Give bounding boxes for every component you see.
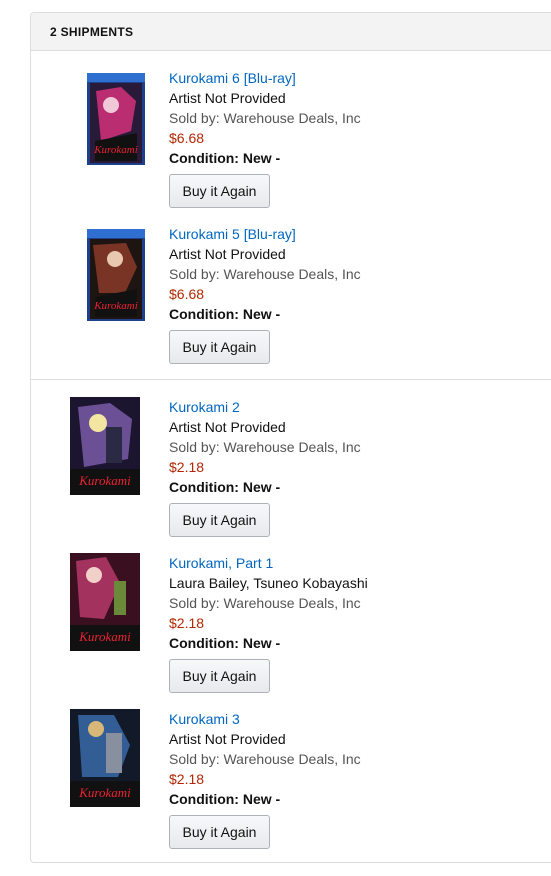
item-artist: Artist Not Provided <box>169 246 286 262</box>
bluray-cover-icon: Kurokami <box>87 73 145 165</box>
item-title-link[interactable]: Kurokami 6 [Blu-ray] <box>169 68 361 88</box>
svg-text:Kurokami: Kurokami <box>78 473 131 488</box>
buy-it-again-button[interactable]: Buy it Again <box>169 815 270 849</box>
item-details: Kurokami 3 Artist Not Provided Sold by: … <box>169 709 361 849</box>
item-seller: Sold by: Warehouse Deals, Inc <box>169 751 361 767</box>
product-image[interactable]: Kurokami <box>70 553 140 651</box>
shipments-header: 2 SHIPMENTS <box>31 13 551 51</box>
item-condition: Condition: New - <box>169 791 281 807</box>
item-title-link[interactable]: Kurokami, Part 1 <box>169 553 368 573</box>
order-item: Kurokami Kurokami 2 Artist Not Provided … <box>31 397 551 553</box>
item-price: $2.18 <box>169 459 205 475</box>
buy-it-again-button[interactable]: Buy it Again <box>169 330 270 364</box>
svg-text:Kurokami: Kurokami <box>78 785 131 800</box>
item-artist: Artist Not Provided <box>169 90 286 106</box>
svg-text:Kurokami: Kurokami <box>93 144 138 156</box>
item-price: $6.68 <box>169 130 205 146</box>
svg-text:Kurokami: Kurokami <box>78 629 131 644</box>
item-seller: Sold by: Warehouse Deals, Inc <box>169 439 361 455</box>
item-price: $2.18 <box>169 615 205 631</box>
item-seller: Sold by: Warehouse Deals, Inc <box>169 110 361 126</box>
dvd-cover-icon: Kurokami <box>70 397 140 495</box>
item-details: Kurokami 5 [Blu-ray] Artist Not Provided… <box>169 224 361 364</box>
item-details: Kurokami, Part 1 Laura Bailey, Tsuneo Ko… <box>169 553 368 693</box>
item-condition: Condition: New - <box>169 635 281 651</box>
buy-it-again-button[interactable]: Buy it Again <box>169 174 270 208</box>
dvd-cover-icon: Kurokami <box>70 553 140 651</box>
item-condition: Condition: New - <box>169 150 281 166</box>
item-price: $6.68 <box>169 286 205 302</box>
buy-it-again-button[interactable]: Buy it Again <box>169 503 270 537</box>
product-image[interactable]: Kurokami <box>81 71 151 169</box>
dvd-cover-icon: Kurokami <box>70 709 140 807</box>
order-item: Kurokami Kurokami 5 [Blu-ray] Artist Not… <box>31 224 551 380</box>
item-condition: Condition: New - <box>169 479 281 495</box>
shipment-1: Kurokami Kurokami 6 [Blu-ray] Artist Not… <box>31 51 551 380</box>
item-artist: Artist Not Provided <box>169 419 286 435</box>
order-item: Kurokami Kurokami 3 Artist Not Provided … <box>31 709 551 865</box>
item-artist: Laura Bailey, Tsuneo Kobayashi <box>169 575 368 591</box>
item-seller: Sold by: Warehouse Deals, Inc <box>169 595 361 611</box>
svg-text:Kurokami: Kurokami <box>93 300 138 312</box>
bluray-cover-icon: Kurokami <box>87 229 145 321</box>
product-image[interactable]: Kurokami <box>70 709 140 807</box>
product-image[interactable]: Kurokami <box>81 227 151 325</box>
item-seller: Sold by: Warehouse Deals, Inc <box>169 266 361 282</box>
buy-it-again-button[interactable]: Buy it Again <box>169 659 270 693</box>
product-image[interactable]: Kurokami <box>70 397 140 495</box>
order-item: Kurokami Kurokami, Part 1 Laura Bailey, … <box>31 553 551 709</box>
item-price: $2.18 <box>169 771 205 787</box>
item-title-link[interactable]: Kurokami 3 <box>169 709 361 729</box>
item-condition: Condition: New - <box>169 306 281 322</box>
item-details: Kurokami 6 [Blu-ray] Artist Not Provided… <box>169 68 361 208</box>
shipment-2: Kurokami Kurokami 2 Artist Not Provided … <box>31 380 551 864</box>
item-details: Kurokami 2 Artist Not Provided Sold by: … <box>169 397 361 537</box>
item-artist: Artist Not Provided <box>169 731 286 747</box>
order-item: Kurokami Kurokami 6 [Blu-ray] Artist Not… <box>31 68 551 224</box>
item-title-link[interactable]: Kurokami 5 [Blu-ray] <box>169 224 361 244</box>
shipments-panel: 2 SHIPMENTS Kurokami Kurokami 6 [Blu-ray… <box>30 12 551 863</box>
item-title-link[interactable]: Kurokami 2 <box>169 397 361 417</box>
